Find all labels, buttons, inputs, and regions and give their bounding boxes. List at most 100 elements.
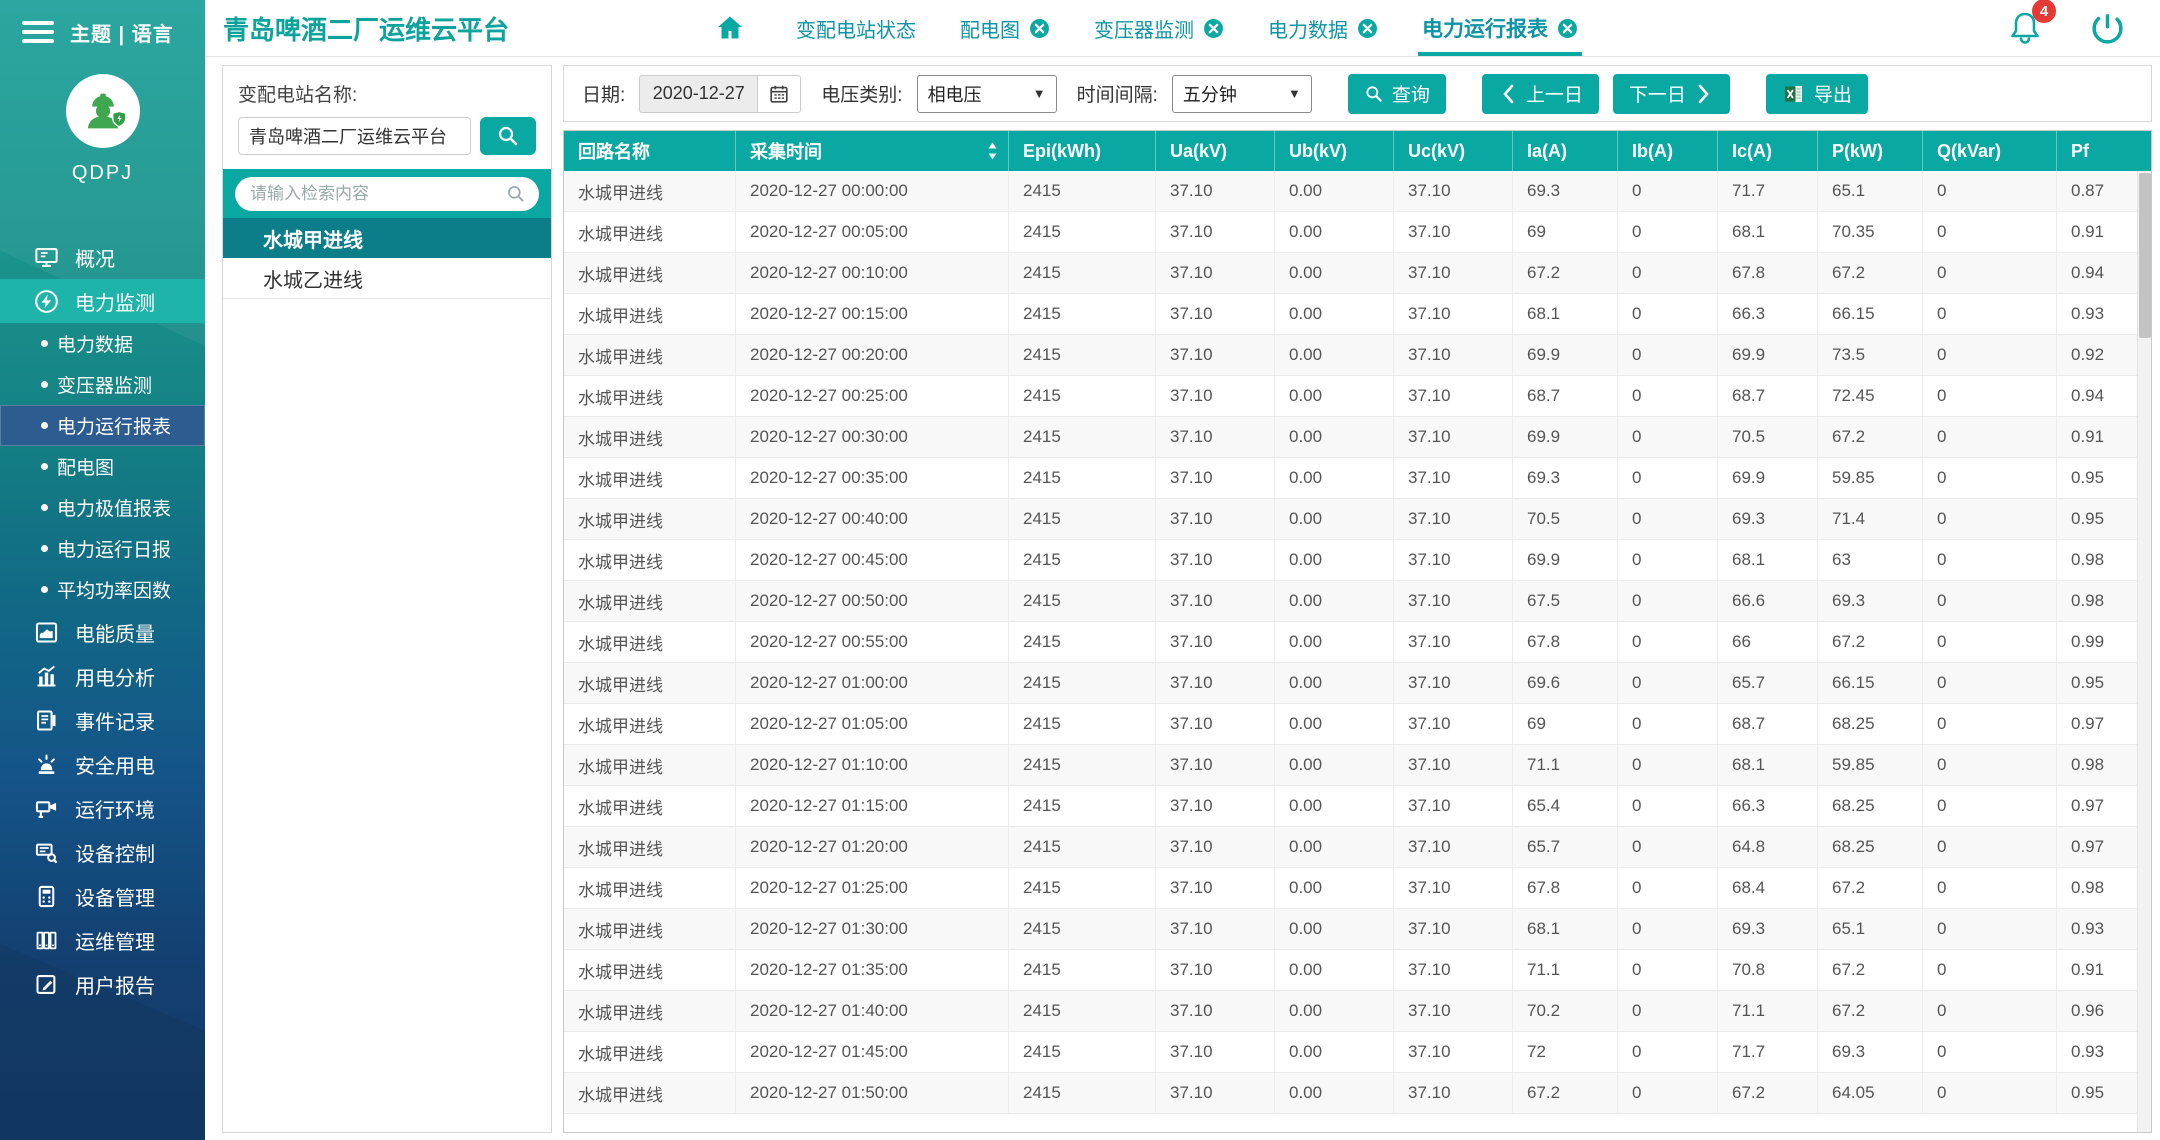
sidebar-item-power-operation-report[interactable]: 电力运行报表 (0, 405, 205, 446)
table-cell: 2020-12-27 01:45:00 (736, 1032, 1009, 1072)
station-search-button[interactable] (480, 117, 536, 155)
voltage-type-select[interactable]: 相电压 ▼ (916, 74, 1057, 113)
table-cell: 水城甲进线 (564, 950, 736, 990)
calendar-icon[interactable] (757, 74, 802, 113)
close-tab-icon[interactable] (1203, 18, 1224, 39)
tab-distribution-diagram[interactable]: 配电图 (960, 0, 1050, 56)
table-cell: 2415 (1009, 909, 1156, 949)
table-cell: 67.2 (1513, 253, 1618, 293)
table-cell: 2415 (1009, 294, 1156, 334)
table-cell: 67.2 (1818, 417, 1923, 457)
table-cell: 68.7 (1513, 376, 1618, 416)
next-day-button[interactable]: 下一日 (1612, 73, 1730, 114)
close-tab-icon[interactable] (1557, 18, 1578, 39)
table-cell: 37.10 (1394, 212, 1513, 252)
table-cell: 37.10 (1394, 540, 1513, 580)
column-header[interactable]: Pf (2057, 131, 2151, 171)
power-operation-report-label: 电力运行报表 (57, 417, 172, 438)
table-cell: 67.2 (1818, 991, 1923, 1031)
sidebar-item-user-report[interactable]: 用户报告 (0, 962, 205, 1006)
column-header[interactable]: Ic(A) (1718, 131, 1818, 171)
tab-transformer-monitoring[interactable]: 变压器监测 (1094, 0, 1224, 56)
sidebar-item-distribution-diagram[interactable]: 配电图 (0, 446, 205, 487)
sidebar-item-power-monitoring[interactable]: 电力监测 (0, 279, 205, 323)
table-cell: 69.9 (1513, 540, 1618, 580)
sidebar-item-operating-environment[interactable]: 运行环境 (0, 786, 205, 830)
tab-power-data[interactable]: 电力数据 (1268, 0, 1378, 56)
table-cell: 2020-12-27 01:50:00 (736, 1073, 1009, 1113)
export-button[interactable]: 导出 (1765, 73, 1868, 114)
close-tab-icon[interactable] (1029, 18, 1050, 39)
sidebar-item-power-daily-report[interactable]: 电力运行日报 (0, 528, 205, 569)
table-cell: 37.10 (1156, 745, 1275, 785)
column-header[interactable]: Epi(kWh) (1009, 131, 1156, 171)
column-header[interactable]: 回路名称 (564, 131, 736, 171)
tab-substation-status[interactable]: 变配电站状态 (796, 0, 916, 56)
table-row: 水城甲进线 2020-12-27 01:45:00 2415 37.10 0.00 37.… (564, 1032, 2151, 1073)
hamburger-menu-icon[interactable] (22, 16, 54, 48)
table-cell: 68.1 (1718, 745, 1818, 785)
circuit-item[interactable]: 水城甲进线 (223, 218, 551, 258)
sidebar-item-usage-analysis[interactable]: 用电分析 (0, 654, 205, 698)
tab-power-operation-report[interactable]: 电力运行报表 (1418, 0, 1583, 56)
station-name-input[interactable] (238, 117, 471, 155)
query-button[interactable]: 查询 (1347, 73, 1446, 114)
table-cell: 2020-12-27 01:20:00 (736, 827, 1009, 867)
circuit-item[interactable]: 水城乙进线 (223, 258, 551, 299)
column-header[interactable]: Uc(kV) (1394, 131, 1513, 171)
prev-day-button[interactable]: 上一日 (1481, 73, 1599, 114)
column-header[interactable]: Q(kVar) (1923, 131, 2057, 171)
close-tab-icon[interactable] (1357, 18, 1378, 39)
avatar (65, 74, 140, 148)
table-cell: 2415 (1009, 745, 1156, 785)
home-icon[interactable] (714, 12, 746, 44)
time-interval-select[interactable]: 五分钟 ▼ (1171, 74, 1312, 113)
table-cell: 68.25 (1818, 704, 1923, 744)
column-header[interactable]: Ib(A) (1618, 131, 1718, 171)
tab-label: 配电图 (960, 19, 1021, 42)
table-cell: 0.00 (1275, 458, 1394, 498)
date-input[interactable] (639, 74, 758, 113)
column-header[interactable]: P(kW) (1818, 131, 1923, 171)
sidebar-item-avg-power-factor[interactable]: 平均功率因数 (0, 569, 205, 610)
bullet-icon (41, 340, 48, 347)
table-cell: 68.25 (1818, 827, 1923, 867)
table-cell: 0.00 (1275, 581, 1394, 621)
table-row: 水城甲进线 2020-12-27 00:40:00 2415 37.10 0.00 37.… (564, 499, 2151, 540)
column-header[interactable]: Ia(A) (1513, 131, 1618, 171)
sidebar-item-transformer-monitoring[interactable]: 变压器监测 (0, 364, 205, 405)
sidebar-item-power-extreme-report[interactable]: 电力极值报表 (0, 487, 205, 528)
circuit-item-label: 水城甲进线 (263, 229, 363, 252)
sidebar-item-ops-management[interactable]: 运维管理 (0, 918, 205, 962)
table-cell: 67.2 (1513, 1073, 1618, 1113)
sort-icon[interactable] (987, 142, 998, 160)
sidebar-item-safe-electricity[interactable]: 安全用电 (0, 742, 205, 786)
bullet-icon (41, 545, 48, 552)
vertical-scrollbar[interactable] (2137, 171, 2151, 1132)
table-cell: 0 (1618, 253, 1718, 293)
sidebar-item-power-data[interactable]: 电力数据 (0, 323, 205, 364)
overview-label: 概况 (75, 248, 115, 271)
column-header[interactable]: Ub(kV) (1275, 131, 1394, 171)
column-header-label: P(kW) (1832, 140, 1883, 161)
theme-language-link[interactable]: 主题 | 语言 (70, 18, 174, 47)
sidebar-item-device-control[interactable]: 设备控制 (0, 830, 205, 874)
table-cell: 0.00 (1275, 376, 1394, 416)
sidebar-item-event-record[interactable]: 事件记录 (0, 698, 205, 742)
tree-search-input[interactable] (248, 182, 506, 205)
column-header[interactable]: 采集时间 (736, 131, 1009, 171)
column-header[interactable]: Ua(kV) (1156, 131, 1275, 171)
table-cell: 65.4 (1513, 786, 1618, 826)
notification-bell-icon[interactable]: 4 (2005, 0, 2056, 48)
table-cell: 0 (1923, 417, 2057, 457)
sidebar-item-device-management[interactable]: 设备管理 (0, 874, 205, 918)
table-cell: 2020-12-27 00:30:00 (736, 417, 1009, 457)
sidebar-item-overview[interactable]: 概况 (0, 235, 205, 279)
scrollbar-thumb[interactable] (2139, 173, 2151, 338)
table-cell: 水城甲进线 (564, 827, 736, 867)
sidebar-item-power-quality[interactable]: 电能质量 (0, 610, 205, 654)
logout-power-icon[interactable] (2089, 10, 2126, 47)
bullet-icon (41, 463, 48, 470)
table-cell: 0 (1618, 376, 1718, 416)
operating-environment-icon (33, 795, 60, 822)
